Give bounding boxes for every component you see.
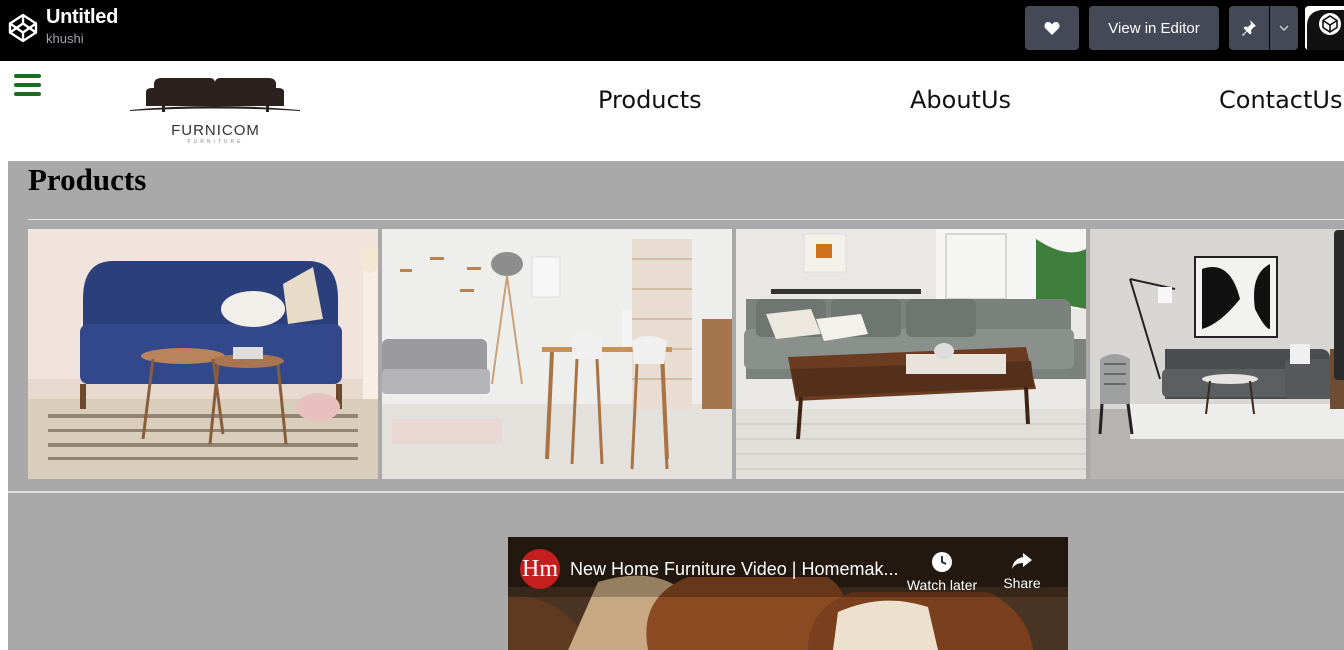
clock-icon xyxy=(932,552,952,572)
product-image[interactable] xyxy=(382,229,732,479)
brand-tagline: FURNITURE xyxy=(187,139,244,145)
codepen-header: Untitled khushi View in Editor xyxy=(0,0,1344,61)
share-icon xyxy=(1012,553,1032,569)
share-label: Share xyxy=(1003,575,1041,591)
brand-name: FURNICOM xyxy=(171,122,260,139)
products-section: Products Hm New Home Furniture Video | H… xyxy=(8,161,1344,650)
pin-icon xyxy=(1242,20,1256,36)
product-image[interactable] xyxy=(1090,229,1344,479)
sofa-logo-icon xyxy=(130,78,300,112)
share-button[interactable]: Share xyxy=(998,551,1046,591)
channel-logo-icon[interactable]: Hm xyxy=(520,549,560,589)
love-button[interactable] xyxy=(1025,6,1079,50)
chevron-down-icon xyxy=(1279,25,1289,31)
nav-link-contactus[interactable]: ContactUs xyxy=(1219,83,1342,117)
site-nav: FURNICOM FURNITURE Products AboutUs Cont… xyxy=(0,61,1344,161)
avatar-icon xyxy=(1305,6,1344,50)
pen-author[interactable]: khushi xyxy=(46,31,84,47)
divider xyxy=(8,491,1344,493)
nav-link-products[interactable]: Products xyxy=(598,83,702,117)
product-gallery xyxy=(28,229,1344,479)
product-image[interactable] xyxy=(736,229,1086,479)
heart-icon xyxy=(1044,21,1060,35)
codepen-logo-icon[interactable] xyxy=(7,12,39,44)
pen-title[interactable]: Untitled xyxy=(46,5,118,29)
divider xyxy=(28,219,1344,220)
nav-link-aboutus[interactable]: AboutUs xyxy=(910,83,1011,117)
watch-later-button[interactable]: Watch later xyxy=(906,551,978,593)
product-image[interactable] xyxy=(28,229,378,479)
video-title[interactable]: New Home Furniture Video | Homemak... xyxy=(570,557,898,581)
pin-menu-button[interactable] xyxy=(1270,6,1298,50)
view-in-editor-button[interactable]: View in Editor xyxy=(1089,6,1219,50)
hamburger-menu-icon[interactable] xyxy=(14,74,41,96)
youtube-embed[interactable]: Hm New Home Furniture Video | Homemak...… xyxy=(508,537,1068,650)
watch-later-label: Watch later xyxy=(906,577,978,593)
video-thumbnail xyxy=(508,537,1068,650)
brand-logo[interactable]: FURNICOM FURNITURE xyxy=(128,76,303,146)
pin-button[interactable] xyxy=(1229,6,1269,50)
user-avatar[interactable] xyxy=(1305,6,1344,50)
side-toolbar[interactable] xyxy=(1334,230,1344,380)
section-heading: Products xyxy=(28,162,147,197)
